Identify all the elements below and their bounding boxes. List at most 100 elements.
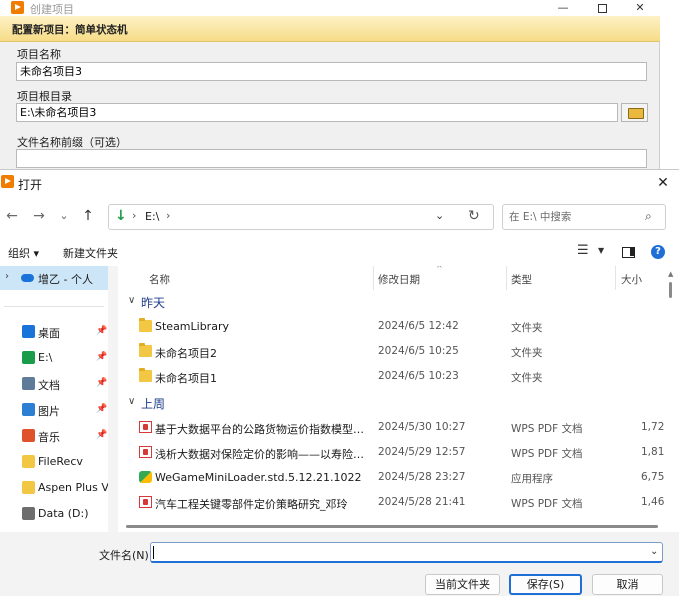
view-mode-icon[interactable]: ☰ — [577, 243, 589, 258]
cloud-icon — [21, 274, 34, 282]
folder-icon — [22, 481, 35, 494]
horizontal-scrollbar[interactable] — [118, 520, 664, 532]
file-size: 6,75 — [641, 471, 664, 483]
table-row[interactable]: 基于大数据平台的公路货物运价指数模型研究_... 2024/5/30 10:27 W… — [118, 415, 664, 440]
refresh-icon[interactable]: ↻ — [468, 208, 480, 224]
prefix-input[interactable] — [16, 149, 647, 168]
file-name: 未命名项目1 — [155, 372, 217, 385]
filename-input[interactable] — [150, 542, 663, 563]
file-type: 文件夹 — [511, 322, 543, 334]
scrollbar-thumb[interactable] — [669, 282, 672, 298]
sidebar-item-0[interactable]: 桌面 📌 — [0, 320, 118, 344]
recent-locations-button[interactable]: ⌄ — [54, 206, 74, 226]
cancel-button[interactable]: 取消 — [592, 574, 663, 595]
project-name-label: 项目名称 — [17, 48, 61, 61]
file-type: WPS PDF 文档 — [511, 423, 583, 435]
file-type: WPS PDF 文档 — [511, 498, 583, 510]
table-row[interactable]: 浅析大数据对保险定价的影响——以寿险为例_... 2024/5/29 12:57 W… — [118, 440, 664, 465]
column-divider[interactable] — [373, 266, 374, 290]
project-name-input[interactable]: 未命名项目3 — [16, 62, 647, 81]
sidebar-divider — [4, 306, 104, 307]
config-banner-text: 配置新项目：简单状态机 — [12, 24, 128, 36]
close-button[interactable]: ✕ — [622, 0, 658, 16]
sidebar-item-label: E:\ — [38, 351, 53, 364]
sidebar-item-1[interactable]: E:\ 📌 — [0, 346, 118, 370]
config-banner: 配置新项目：简单状态机 — [0, 16, 660, 42]
breadcrumb-separator[interactable]: › — [166, 209, 170, 222]
minimize-button[interactable]: — — [545, 0, 581, 16]
table-row[interactable]: 汽车工程关键零部件定价策略研究_邓玲 2024/5/28 21:41 WPS PDF… — [118, 490, 664, 515]
file-name: 基于大数据平台的公路货物运价指数模型研究_... — [155, 423, 370, 436]
navigation-sidebar: › 增乙 - 个人 桌面 📌 E:\ 📌 文档 📌 图片 📌 音乐 📌 FileRecv Aspen … — [0, 266, 118, 532]
table-row[interactable]: WeGameMiniLoader.std.5.12.21.1022 2024/5/… — [118, 465, 664, 490]
column-header-date[interactable]: 修改日期 — [378, 272, 420, 287]
sidebar-item-5[interactable]: FileRecv — [0, 450, 118, 474]
maximize-icon — [597, 3, 607, 13]
address-bar[interactable]: ↓ › E:\ › ⌄ ↻ — [108, 204, 494, 230]
sidebar-item-6[interactable]: Aspen Plus V1 — [0, 476, 118, 500]
column-header-type[interactable]: 类型 — [511, 272, 532, 287]
open-file-dialog: 打开 ✕ ← → ⌄ ↑ ↓ › E:\ › ⌄ ↻ ⌕ 组织 ▾ 新建文件夹 … — [0, 169, 679, 596]
scrollbar-thumb[interactable] — [126, 525, 658, 528]
breadcrumb-drive-e[interactable]: E:\ — [145, 210, 159, 223]
dialog-footer: 文件名(N): ⌄ 当前文件夹 保存(S) 取消 — [0, 532, 679, 596]
column-header-size[interactable]: 大小 — [621, 272, 642, 287]
address-dropdown-button[interactable]: ⌄ — [435, 209, 444, 222]
sidebar-item-3[interactable]: 图片 📌 — [0, 398, 118, 422]
folder-icon — [22, 455, 35, 468]
search-icon[interactable]: ⌕ — [645, 209, 652, 224]
dialog-close-button[interactable]: ✕ — [650, 172, 676, 194]
preview-pane-icon[interactable] — [622, 247, 635, 258]
browse-folder-button[interactable] — [621, 103, 648, 122]
file-list-scrollbar[interactable]: ▲ — [664, 266, 679, 532]
column-divider[interactable] — [615, 266, 616, 290]
pin-icon: 📌 — [96, 404, 108, 414]
table-row[interactable]: SteamLibrary 2024/6/5 12:42 文件夹 — [118, 314, 664, 339]
group-header[interactable]: ∨ 上周 — [118, 393, 664, 415]
create-project-title: 创建项目 — [30, 3, 74, 16]
file-date: 2024/6/5 10:25 — [378, 345, 459, 357]
organize-menu-button[interactable]: 组织 ▾ — [8, 245, 39, 261]
sidebar-item-onedrive[interactable]: › 增乙 - 个人 — [0, 266, 108, 290]
pdf-icon — [139, 496, 152, 508]
search-input[interactable] — [509, 209, 639, 225]
prefix-label: 文件名称前缀（可选） — [17, 136, 127, 149]
current-folder-button[interactable]: 当前文件夹 — [425, 574, 500, 595]
filename-dropdown-icon[interactable]: ⌄ — [650, 546, 658, 557]
breadcrumb-separator[interactable]: › — [132, 209, 136, 222]
open-dialog-title: 打开 — [18, 178, 43, 192]
file-date: 2024/5/29 12:57 — [378, 446, 466, 458]
file-type: 应用程序 — [511, 473, 553, 485]
view-dropdown-icon[interactable]: ▼ — [598, 246, 604, 255]
pin-icon: 📌 — [96, 430, 108, 440]
sidebar-item-4[interactable]: 音乐 📌 — [0, 424, 118, 448]
maximize-button[interactable] — [584, 0, 620, 16]
sidebar-scrollbar[interactable] — [108, 266, 118, 532]
scroll-up-icon[interactable]: ▲ — [668, 270, 673, 278]
table-row[interactable]: 未命名项目2 2024/6/5 10:25 文件夹 — [118, 339, 664, 364]
download-icon — [22, 351, 35, 364]
new-folder-button[interactable]: 新建文件夹 — [63, 245, 118, 261]
app-logo-icon — [11, 1, 24, 14]
up-button[interactable]: ↑ — [78, 206, 98, 226]
column-divider[interactable] — [506, 266, 507, 290]
sidebar-item-2[interactable]: 文档 📌 — [0, 372, 118, 396]
collapse-chevron-icon[interactable]: ∨ — [128, 396, 135, 407]
collapse-chevron-icon[interactable]: ∨ — [128, 295, 135, 306]
group-header[interactable]: ∨ 昨天 — [118, 292, 664, 314]
file-name: 未命名项目2 — [155, 347, 217, 360]
group-label: 上周 — [141, 397, 166, 411]
back-button[interactable]: ← — [2, 206, 22, 226]
sidebar-item-label: 图片 — [38, 405, 60, 418]
file-date: 2024/6/5 10:23 — [378, 370, 459, 382]
save-button[interactable]: 保存(S) — [509, 574, 582, 595]
expand-chevron-icon[interactable]: › — [5, 271, 9, 282]
table-row[interactable]: 未命名项目1 2024/6/5 10:23 文件夹 — [118, 364, 664, 389]
help-icon[interactable]: ? — [651, 245, 665, 259]
root-dir-input[interactable]: E:\未命名项目3 — [16, 103, 618, 122]
column-header-name[interactable]: 名称 — [149, 272, 170, 287]
sidebar-item-7[interactable]: Data (D:) — [0, 502, 118, 526]
create-project-titlebar: 创建项目 — ✕ — [0, 0, 660, 16]
forward-button[interactable]: → — [29, 206, 49, 226]
search-box[interactable]: ⌕ — [502, 204, 666, 230]
